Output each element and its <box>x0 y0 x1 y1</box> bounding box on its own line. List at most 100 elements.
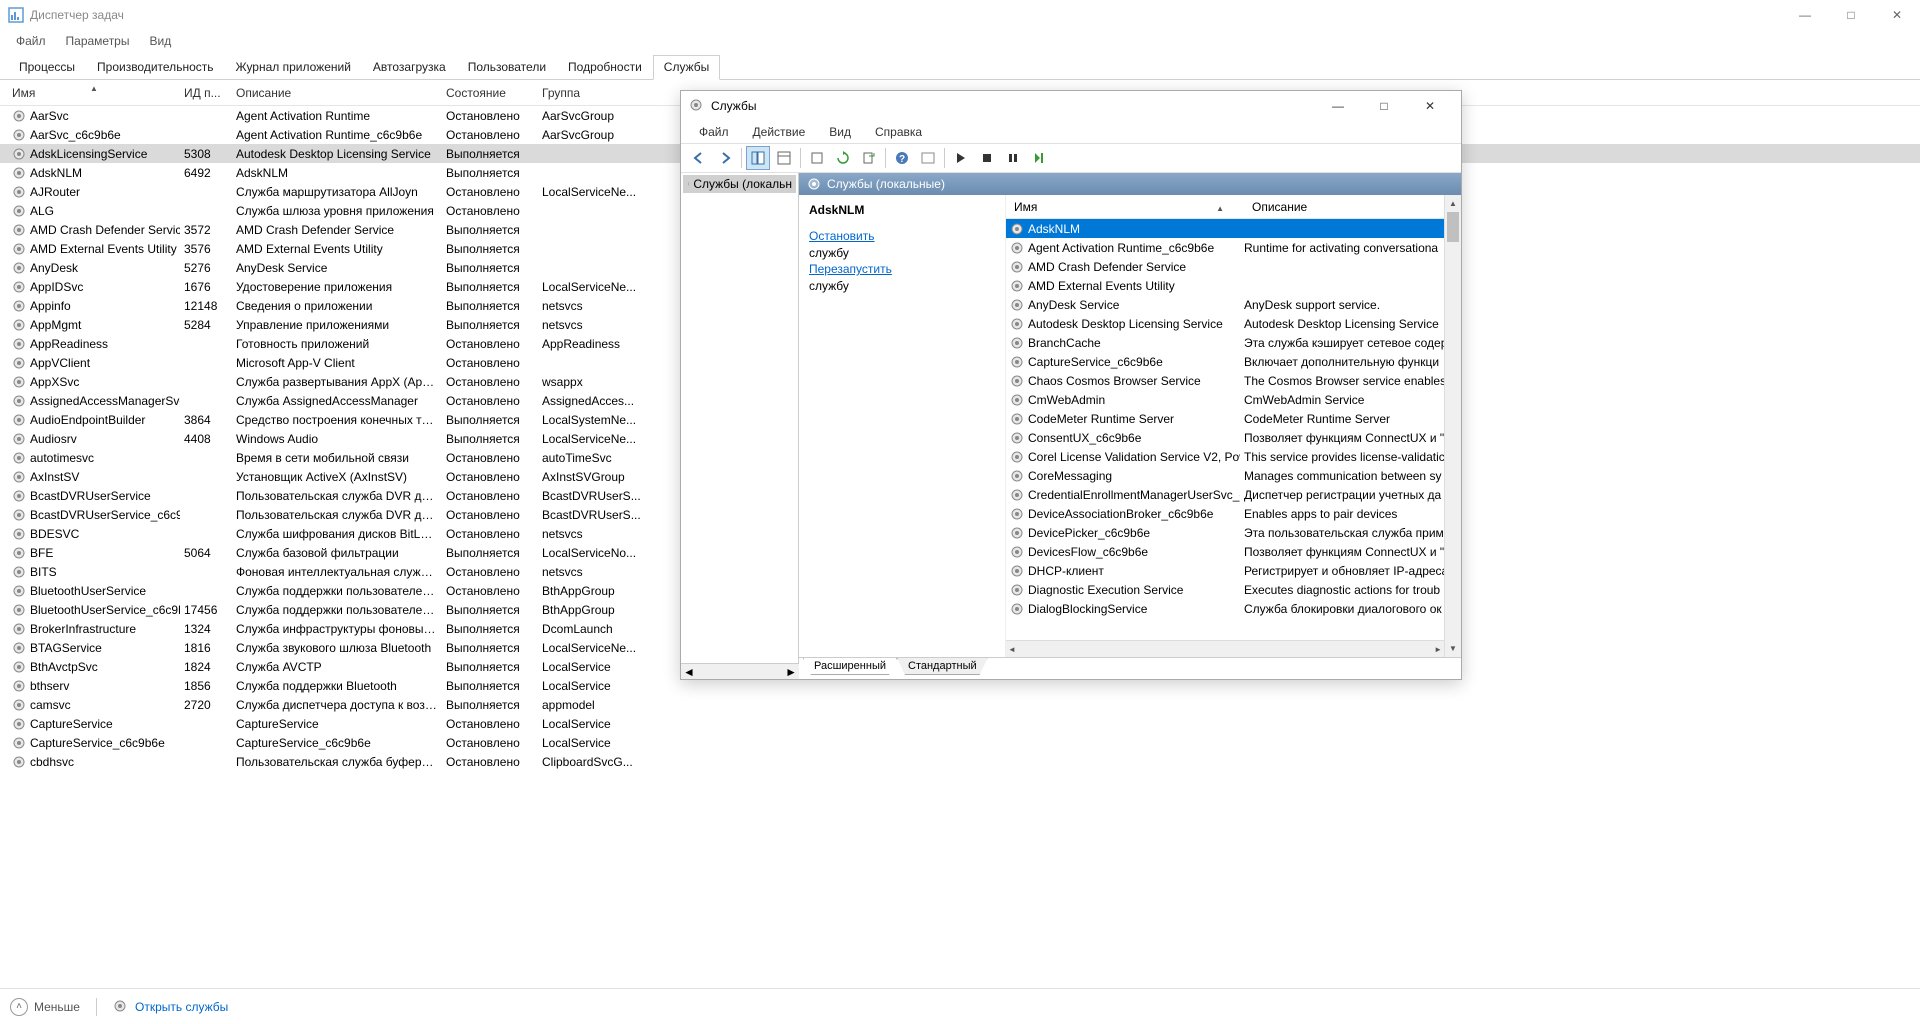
svc-maximize-button[interactable]: □ <box>1361 91 1407 121</box>
separator <box>885 148 886 168</box>
svc-list-row[interactable]: AdskNLM <box>1006 219 1444 238</box>
svc-list-row[interactable]: DevicePicker_c6c9b6eЭта пользовательская… <box>1006 523 1444 542</box>
svc-main-content: AdskNLM Остановить службу Перезапустить … <box>799 195 1461 657</box>
open-services-link[interactable]: Открыть службы <box>113 999 228 1015</box>
pause-button[interactable] <box>1001 146 1025 170</box>
gear-icon <box>12 489 26 503</box>
tab-performance[interactable]: Производительность <box>86 55 224 80</box>
gear-icon <box>12 622 26 636</box>
svc-list-header: Имя▲ Описание <box>1006 195 1444 219</box>
svc-list-row[interactable]: CodeMeter Runtime ServerCodeMeter Runtim… <box>1006 409 1444 428</box>
menu-file[interactable]: Файл <box>8 32 54 50</box>
view-button[interactable] <box>916 146 940 170</box>
col-description[interactable]: Описание <box>232 86 442 100</box>
svc-list-row[interactable]: DialogBlockingServiceСлужба блокировки д… <box>1006 599 1444 618</box>
svc-list-row[interactable]: Autodesk Desktop Licensing ServiceAutode… <box>1006 314 1444 333</box>
svc-list-row[interactable]: Agent Activation Runtime_c6c9b6eRuntime … <box>1006 238 1444 257</box>
refresh-button[interactable] <box>831 146 855 170</box>
lcol-name[interactable]: Имя▲ <box>1006 200 1244 214</box>
svc-list-row[interactable]: AMD Crash Defender Service <box>1006 257 1444 276</box>
restart-button[interactable] <box>1027 146 1051 170</box>
help-button[interactable]: ? <box>890 146 914 170</box>
menu-options[interactable]: Параметры <box>58 32 138 50</box>
tab-processes[interactable]: Процессы <box>8 55 86 80</box>
svc-list-row[interactable]: DevicesFlow_c6c9b6eПозволяет функциям Co… <box>1006 542 1444 561</box>
tab-app-history[interactable]: Журнал приложений <box>225 55 362 80</box>
gear-icon <box>12 508 26 522</box>
properties-button[interactable] <box>805 146 829 170</box>
scrollbar-thumb[interactable] <box>1447 212 1459 242</box>
tab-startup[interactable]: Автозагрузка <box>362 55 457 80</box>
svc-body: Службы (локальн ◄► Службы (локальные) Ad… <box>681 173 1461 679</box>
tab-details[interactable]: Подробности <box>557 55 653 80</box>
svc-menu-help[interactable]: Справка <box>865 123 932 141</box>
forward-button[interactable] <box>713 146 737 170</box>
show-hide-tree-button[interactable] <box>746 146 770 170</box>
service-row[interactable]: cbdhsvcПользовательская служба буфера ..… <box>0 752 1920 771</box>
svc-list-row[interactable]: CaptureService_c6c9b6eВключает дополните… <box>1006 352 1444 371</box>
gear-icon <box>12 432 26 446</box>
svc-menubar: Файл Действие Вид Справка <box>681 121 1461 143</box>
service-row[interactable]: camsvc2720Служба диспетчера доступа к во… <box>0 695 1920 714</box>
svc-list-row[interactable]: Chaos Cosmos Browser ServiceThe Cosmos B… <box>1006 371 1444 390</box>
gear-icon <box>12 527 26 541</box>
svc-main: Службы (локальные) AdskNLM Остановить сл… <box>799 173 1461 679</box>
svc-menu-file[interactable]: Файл <box>689 123 739 141</box>
svc-list-row[interactable]: BranchCacheЭта служба кэширует сетевое с… <box>1006 333 1444 352</box>
svc-list-row[interactable]: CoreMessagingManages communication betwe… <box>1006 466 1444 485</box>
tab-users[interactable]: Пользователи <box>457 55 557 80</box>
svc-list-row[interactable]: ConsentUX_c6c9b6eПозволяет функциям Conn… <box>1006 428 1444 447</box>
col-pid[interactable]: ИД п... <box>180 86 232 100</box>
start-button[interactable] <box>949 146 973 170</box>
gear-icon <box>1010 355 1024 369</box>
service-row[interactable]: CaptureService_c6c9b6eCaptureService_c6c… <box>0 733 1920 752</box>
svc-menu-view[interactable]: Вид <box>819 123 861 141</box>
col-group[interactable]: Группа <box>538 86 658 100</box>
tree-h-scrollbar[interactable]: ◄► <box>681 663 799 679</box>
back-button[interactable] <box>687 146 711 170</box>
details-button[interactable] <box>772 146 796 170</box>
col-state[interactable]: Состояние <box>442 86 538 100</box>
minimize-button[interactable]: ― <box>1782 0 1828 30</box>
stop-button[interactable] <box>975 146 999 170</box>
service-row[interactable]: CaptureServiceCaptureServiceОстановленоL… <box>0 714 1920 733</box>
svc-list-row[interactable]: AMD External Events Utility <box>1006 276 1444 295</box>
svc-list-row[interactable]: DeviceAssociationBroker_c6c9b6eEnables a… <box>1006 504 1444 523</box>
close-button[interactable]: ✕ <box>1874 0 1920 30</box>
stop-link[interactable]: Остановить <box>809 227 995 246</box>
tab-standard[interactable]: Стандартный <box>897 658 988 675</box>
menu-view[interactable]: Вид <box>141 32 179 50</box>
svc-list-row[interactable]: AnyDesk ServiceAnyDesk support service. <box>1006 295 1444 314</box>
tree-root[interactable]: Службы (локальн <box>683 175 796 193</box>
svc-menu-action[interactable]: Действие <box>743 123 816 141</box>
selected-service-name: AdskNLM <box>809 203 995 217</box>
svc-h-scrollbar[interactable]: ◄► <box>1006 640 1444 657</box>
gear-icon <box>1010 279 1024 293</box>
svc-list: Имя▲ Описание AdskNLMAgent Activation Ru… <box>1005 195 1461 657</box>
maximize-button[interactable]: □ <box>1828 0 1874 30</box>
gear-icon <box>1010 336 1024 350</box>
gear-icon <box>12 755 26 769</box>
svc-list-row[interactable]: CmWebAdminCmWebAdmin Service <box>1006 390 1444 409</box>
col-name[interactable]: ▲Имя <box>8 86 180 100</box>
gear-icon <box>12 109 26 123</box>
svc-v-scrollbar[interactable]: ▲ ▼ <box>1444 195 1461 657</box>
svc-list-row[interactable]: DHCP-клиентРегистрирует и обновляет IP-а… <box>1006 561 1444 580</box>
lcol-desc[interactable]: Описание <box>1244 200 1444 214</box>
window-title: Диспетчер задач <box>30 8 1782 22</box>
svc-minimize-button[interactable]: ― <box>1315 91 1361 121</box>
svc-list-row[interactable]: Corel License Validation Service V2, Pow… <box>1006 447 1444 466</box>
restart-link[interactable]: Перезапустить <box>809 260 995 279</box>
tab-extended[interactable]: Расширенный <box>803 658 897 675</box>
fewer-details-button[interactable]: ˄ Меньше <box>10 998 80 1016</box>
svc-close-button[interactable]: ✕ <box>1407 91 1453 121</box>
gear-icon <box>12 394 26 408</box>
svc-list-row[interactable]: CredentialEnrollmentManagerUserSvc_c6...… <box>1006 485 1444 504</box>
tab-services[interactable]: Службы <box>653 55 720 80</box>
svc-window-title: Службы <box>711 99 756 113</box>
export-button[interactable] <box>857 146 881 170</box>
gear-icon <box>1010 374 1024 388</box>
gear-icon <box>12 337 26 351</box>
svc-list-row[interactable]: Diagnostic Execution ServiceExecutes dia… <box>1006 580 1444 599</box>
svc-main-header: Службы (локальные) <box>799 173 1461 195</box>
